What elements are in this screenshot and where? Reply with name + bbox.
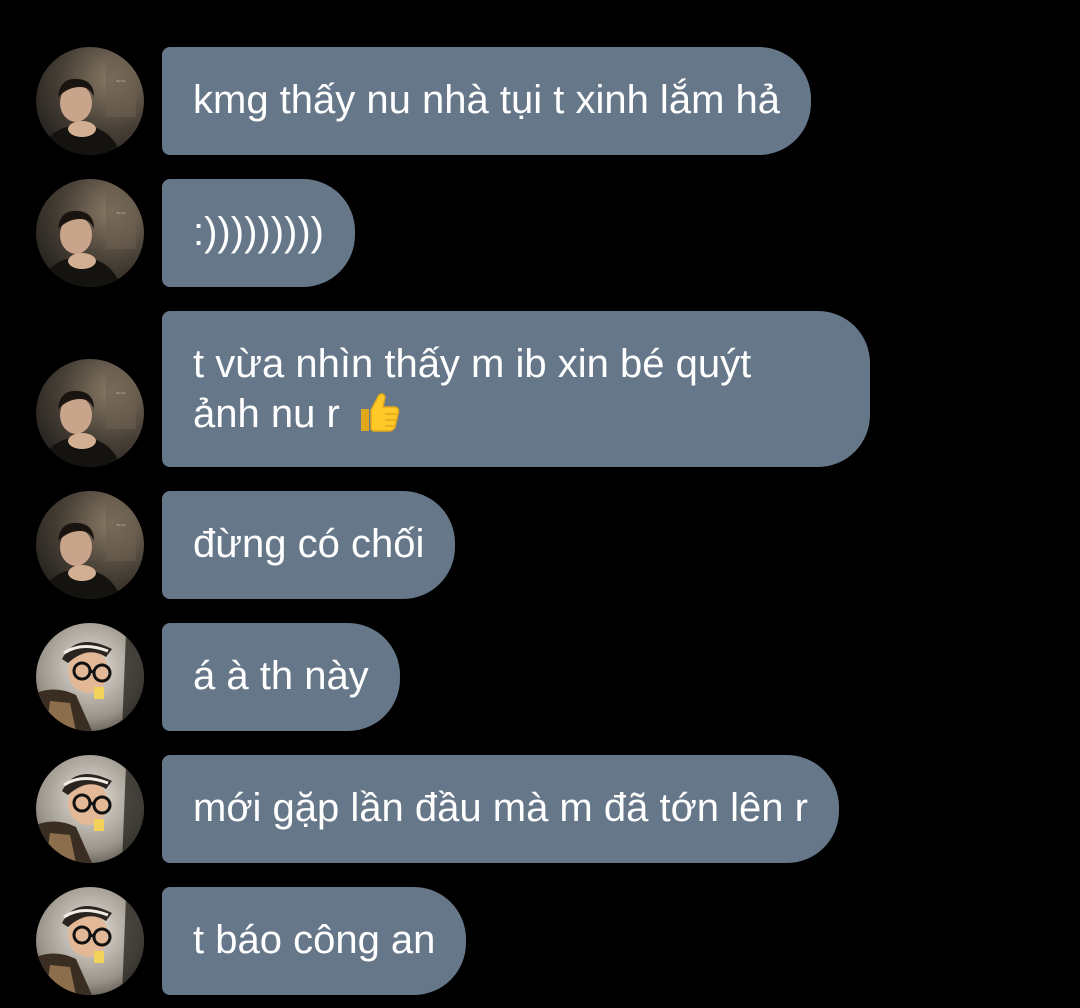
avatar[interactable] bbox=[36, 179, 144, 287]
message-bubble[interactable]: :))))))))) bbox=[162, 179, 355, 287]
chat-thread: kmg thấy nu nhà tụi t xinh lắm hả :)))))… bbox=[0, 0, 1080, 1008]
message-text-line2: ảnh nu r bbox=[193, 392, 340, 436]
message-text: t báo công an bbox=[193, 918, 436, 962]
message-bubble[interactable]: mới gặp lần đầu mà m đã tớn lên r bbox=[162, 755, 839, 863]
avatar[interactable] bbox=[36, 623, 144, 731]
avatar[interactable] bbox=[36, 359, 144, 467]
thumbs-up-icon bbox=[355, 389, 401, 435]
avatar[interactable] bbox=[36, 47, 144, 155]
message-text: kmg thấy nu nhà tụi t xinh lắm hả bbox=[193, 78, 780, 122]
message-bubble[interactable]: t báo công an bbox=[162, 887, 467, 995]
message-text: á à th này bbox=[193, 654, 369, 698]
message-text: :))))))))) bbox=[193, 210, 324, 254]
message-text: t vừa nhìn thấy m ib xin bé quýt bbox=[193, 342, 752, 386]
message-bubble[interactable]: t vừa nhìn thấy m ib xin bé quýt ảnh nu … bbox=[162, 311, 870, 467]
message-bubble[interactable]: á à th này bbox=[162, 623, 400, 731]
avatar[interactable] bbox=[36, 755, 144, 863]
message-text: đừng có chối bbox=[193, 522, 425, 566]
message-text: mới gặp lần đầu mà m đã tớn lên r bbox=[193, 786, 808, 830]
message-bubble[interactable]: kmg thấy nu nhà tụi t xinh lắm hả bbox=[162, 47, 811, 155]
message-bubble[interactable]: đừng có chối bbox=[162, 491, 456, 599]
avatar[interactable] bbox=[36, 491, 144, 599]
avatar[interactable] bbox=[36, 887, 144, 995]
